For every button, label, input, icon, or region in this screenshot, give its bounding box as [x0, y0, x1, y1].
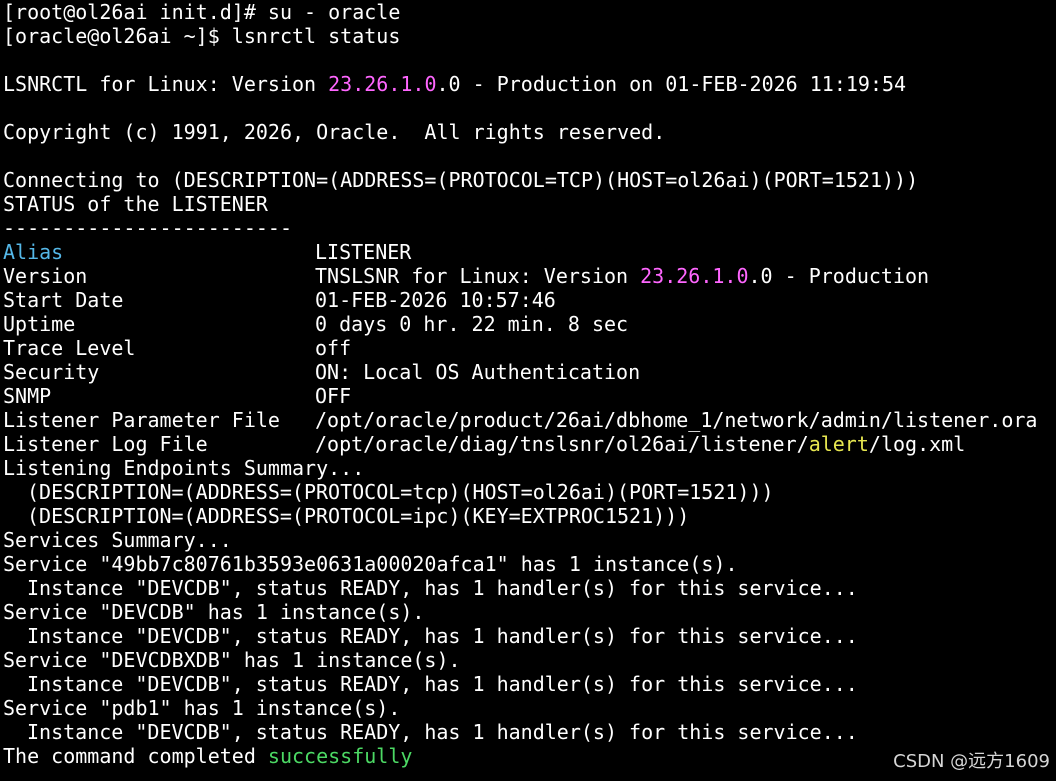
- command-line: [root@ol26ai init.d]# su - oracle: [3, 0, 401, 24]
- status-row-alias: Alias LISTENER: [3, 240, 1056, 264]
- instance-line: Instance "DEVCDB", status READY, has 1 h…: [3, 720, 1056, 744]
- instance-text: Instance "DEVCDB", status READY, has 1 h…: [27, 576, 858, 600]
- instance-text: Instance "DEVCDB", status READY, has 1 h…: [27, 672, 858, 696]
- status-value-suffix: .0 - Production: [748, 264, 930, 288]
- status-value: LISTENER: [315, 240, 412, 264]
- status-value-alert: alert: [808, 432, 869, 456]
- services-header: Services Summary...: [3, 528, 232, 552]
- status-label: Trace Level: [3, 336, 136, 360]
- endpoint-item: (DESCRIPTION=(ADDRESS=(PROTOCOL=ipc)(KEY…: [3, 504, 1056, 528]
- banner-line: LSNRCTL for Linux: Version 23.26.1.0.0 -…: [3, 72, 1056, 96]
- completion-success: successfully: [267, 744, 413, 768]
- status-row-snmp: SNMP OFF: [3, 384, 1056, 408]
- status-value: 01-FEB-2026 10:57:46: [315, 288, 556, 312]
- endpoint-item: (DESCRIPTION=(ADDRESS=(PROTOCOL=tcp)(HOS…: [3, 480, 1056, 504]
- service-line: Service "pdb1" has 1 instance(s).: [3, 696, 401, 720]
- status-label: Alias: [3, 240, 64, 264]
- terminal-window[interactable]: { "colors": { "background": "#000000", "…: [0, 0, 1056, 781]
- status-value: 0 days 0 hr. 22 min. 8 sec: [315, 312, 629, 336]
- status-label: Version: [3, 264, 88, 288]
- status-label: Listener Parameter File: [3, 408, 280, 432]
- status-label: Listener Log File: [3, 432, 208, 456]
- instance-text: Instance "DEVCDB", status READY, has 1 h…: [27, 624, 858, 648]
- instance-line: Instance "DEVCDB", status READY, has 1 h…: [3, 624, 1056, 648]
- status-value-prefix: TNSLSNR for Linux: Version: [315, 264, 641, 288]
- status-row-version: Version TNSLSNR for Linux: Version 23.26.…: [3, 264, 1056, 288]
- status-row-parameter-file: Listener Parameter File/opt/oracle/produ…: [3, 408, 1056, 432]
- banner-prefix: LSNRCTL for Linux: Version: [3, 72, 329, 96]
- status-row-log-file: Listener Log File/opt/oracle/diag/tnslsn…: [3, 432, 1056, 456]
- completion-prefix: The command completed: [3, 744, 268, 768]
- connecting-line: Connecting to (DESCRIPTION=(ADDRESS=(PRO…: [3, 168, 919, 192]
- status-row-trace-level: Trace Level off: [3, 336, 1056, 360]
- status-label: SNMP: [3, 384, 52, 408]
- status-value: /opt/oracle/product/26ai/dbhome_1/networ…: [315, 408, 1038, 432]
- status-value-version: 23.26.1.0: [640, 264, 749, 288]
- csdn-watermark: CSDN @远方1609: [893, 751, 1050, 772]
- status-row-uptime: Uptime 0 days 0 hr. 22 min. 8 sec: [3, 312, 1056, 336]
- status-value: off: [315, 336, 352, 360]
- service-line: Service "DEVCDBXDB" has 1 instance(s).: [3, 648, 461, 672]
- banner-version: 23.26.1.0: [328, 72, 437, 96]
- instance-line: Instance "DEVCDB", status READY, has 1 h…: [3, 672, 1056, 696]
- instance-line: Instance "DEVCDB", status READY, has 1 h…: [3, 576, 1056, 600]
- status-label: Start Date: [3, 288, 124, 312]
- status-value-prefix: /opt/oracle/diag/tnslsnr/ol26ai/listener…: [315, 432, 809, 456]
- status-label: Uptime: [3, 312, 76, 336]
- status-value-suffix: /log.xml: [868, 432, 966, 456]
- endpoint-text: (DESCRIPTION=(ADDRESS=(PROTOCOL=ipc)(KEY…: [27, 504, 690, 528]
- service-line: Service "DEVCDB" has 1 instance(s).: [3, 600, 425, 624]
- endpoints-header: Listening Endpoints Summary...: [3, 456, 365, 480]
- status-header: STATUS of the LISTENER: [3, 192, 268, 216]
- endpoint-text: (DESCRIPTION=(ADDRESS=(PROTOCOL=tcp)(HOS…: [27, 480, 774, 504]
- service-line: Service "49bb7c80761b3593e0631a00020afca…: [3, 552, 738, 576]
- terminal-output[interactable]: [root@ol26ai init.d]# su - oracle [oracl…: [3, 0, 1056, 768]
- status-label: Security: [3, 360, 100, 384]
- instance-text: Instance "DEVCDB", status READY, has 1 h…: [27, 720, 858, 744]
- command-line: [oracle@ol26ai ~]$ lsnrctl status: [3, 24, 401, 48]
- copyright-line: Copyright (c) 1991, 2026, Oracle. All ri…: [3, 120, 666, 144]
- status-row-security: Security ON: Local OS Authentication: [3, 360, 1056, 384]
- status-value: OFF: [315, 384, 352, 408]
- separator-line: ------------------------: [3, 216, 292, 240]
- status-row-start-date: Start Date 01-FEB-2026 10:57:46: [3, 288, 1056, 312]
- status-value: ON: Local OS Authentication: [315, 360, 641, 384]
- banner-suffix: .0 - Production on 01-FEB-2026 11:19:54: [436, 72, 907, 96]
